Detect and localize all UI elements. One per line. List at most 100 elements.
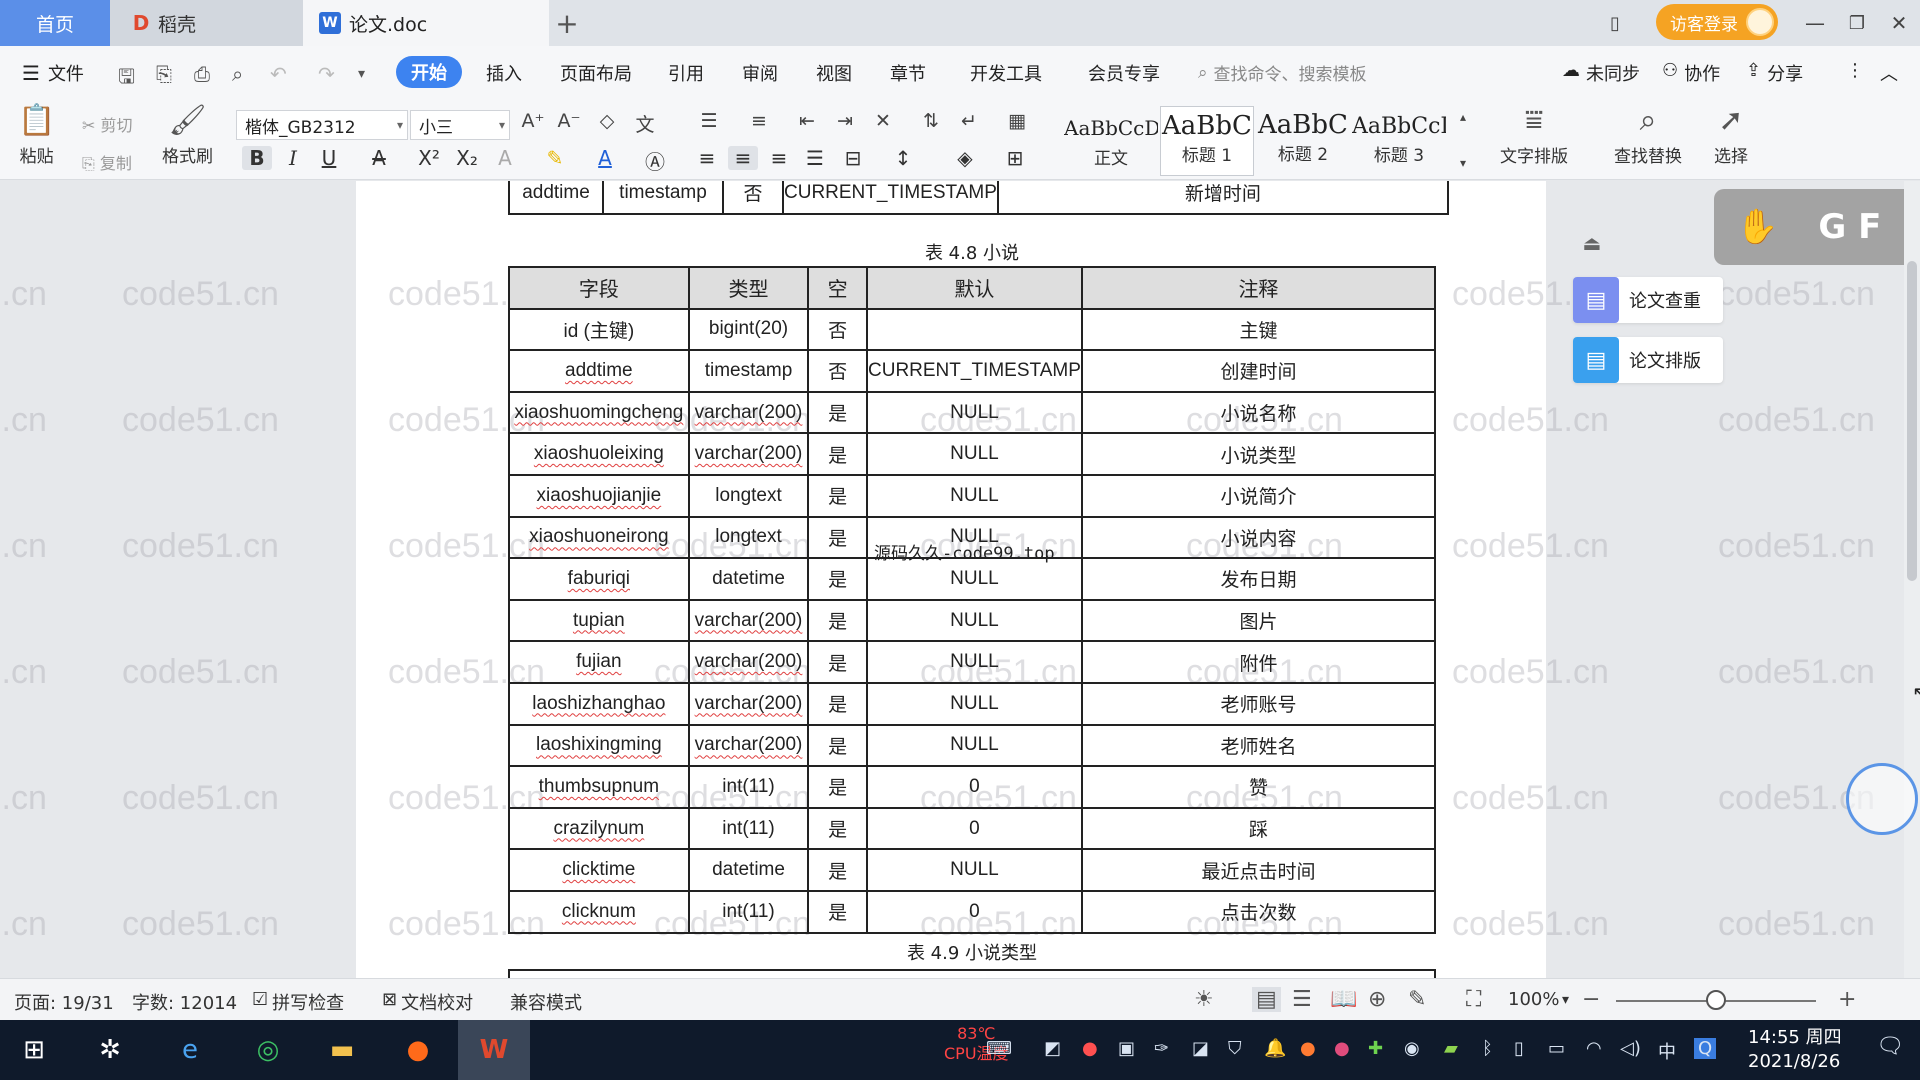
zoom-slider-handle[interactable] <box>1706 990 1726 1010</box>
align-left-icon[interactable]: ≡ <box>692 146 722 170</box>
highlight-icon[interactable]: ✎ <box>540 146 570 170</box>
keyboard-icon[interactable]: ⌨ <box>986 1038 1012 1059</box>
close-icon[interactable]: ✕ <box>1884 8 1914 38</box>
notification-icon[interactable]: 🗨 <box>1876 1034 1904 1059</box>
menu-references[interactable]: 引用 <box>668 60 704 86</box>
qq-icon[interactable]: ● <box>1300 1038 1316 1059</box>
subscript-icon[interactable]: X₂ <box>452 146 482 170</box>
bluetooth-icon[interactable]: ᛒ <box>1482 1038 1493 1059</box>
novel-table[interactable]: 字段 类型 空 默认 注释 id (主键) bigint(20) 否 主键 addtim… <box>508 266 1437 934</box>
bell-icon[interactable]: 🔔 <box>1264 1038 1286 1059</box>
menu-chapter[interactable]: 章节 <box>890 60 926 86</box>
new-tab-button[interactable]: + <box>552 0 582 46</box>
system-clock[interactable]: 14:55 周四 2021/8/26 <box>1748 1026 1842 1074</box>
page-view-icon[interactable]: ▤ <box>1252 987 1281 1012</box>
clear-format-icon[interactable]: ◇ <box>592 110 622 132</box>
print-preview-icon[interactable]: ⌕ <box>232 62 243 86</box>
word-count[interactable]: 字数: 12014 <box>132 989 237 1015</box>
table-grid-icon[interactable]: ▦ <box>1002 110 1032 132</box>
zoom-in-icon[interactable]: + <box>1838 987 1856 1012</box>
file-menu[interactable]: ☰ 文件 <box>22 60 84 86</box>
more-icon[interactable]: ⋮ <box>1846 60 1864 81</box>
app-orange-icon[interactable]: ● <box>396 1030 440 1070</box>
visitor-login-button[interactable]: 访客登录 <box>1656 4 1778 40</box>
copy-button[interactable]: ⎘ 复制 <box>82 150 132 174</box>
chinese-layout-icon[interactable]: ✕ <box>868 110 898 132</box>
export-icon[interactable]: ⎘ <box>156 62 172 86</box>
panel-collapse-icon[interactable]: ⏏ <box>1574 227 1610 259</box>
spell-check-button[interactable]: ☑ 拼写检查 <box>252 989 344 1015</box>
vertical-scrollbar[interactable] <box>1904 181 1920 978</box>
increase-indent-icon[interactable]: ⇥ <box>830 110 860 132</box>
align-right-icon[interactable]: ≡ <box>764 146 794 170</box>
italic-icon[interactable]: I <box>278 146 308 170</box>
strikethrough-icon[interactable]: A <box>364 146 394 170</box>
menu-member[interactable]: 会员专享 <box>1088 60 1160 86</box>
collaborate-button[interactable]: ⚇ 协作 <box>1662 60 1720 86</box>
floating-assistant-button[interactable] <box>1846 763 1918 835</box>
shading-icon[interactable]: ◈ <box>950 146 980 170</box>
phonetic-icon[interactable]: 文 <box>630 110 660 137</box>
redo-icon[interactable]: ↷ <box>318 62 335 86</box>
menu-review[interactable]: 审阅 <box>742 60 778 86</box>
bullet-list-icon[interactable]: ☰ <box>694 110 724 132</box>
browser-360-icon[interactable]: ◎ <box>246 1030 290 1070</box>
menu-developer[interactable]: 开发工具 <box>970 60 1042 86</box>
ie-browser-icon[interactable]: e <box>168 1030 212 1070</box>
window-layout-icon[interactable]: ▯ <box>1600 8 1630 38</box>
undo-icon[interactable]: ↶ <box>270 62 287 86</box>
font-color-icon[interactable]: A <box>590 146 620 170</box>
sort-icon[interactable]: ⇅ <box>916 110 946 132</box>
shrink-font-icon[interactable]: A⁻ <box>554 110 584 132</box>
paper-layout-button[interactable]: ▤ 论文排版 <box>1573 337 1723 383</box>
menu-insert[interactable]: 插入 <box>486 60 522 86</box>
tray-app-icon[interactable]: ◩ <box>1044 1038 1061 1059</box>
tray-green-icon[interactable]: ✚ <box>1368 1038 1383 1059</box>
decrease-indent-icon[interactable]: ⇤ <box>792 110 822 132</box>
volume-icon[interactable]: ◁) <box>1620 1038 1641 1059</box>
numbered-list-icon[interactable]: ≡ <box>744 110 774 132</box>
align-center-icon[interactable]: ≡ <box>728 146 758 170</box>
eye-protection-icon[interactable]: ☀ <box>1194 987 1214 1012</box>
windows-start-icon[interactable]: ⊞ <box>12 1030 56 1070</box>
tray-q-icon[interactable]: Q <box>1694 1038 1717 1059</box>
justify-icon[interactable]: ☰ <box>800 146 830 170</box>
paper-check-button[interactable]: ▤ 论文查重 <box>1573 277 1723 323</box>
doc-proof-button[interactable]: ⊠ 文档校对 <box>382 989 473 1015</box>
tab-docer[interactable]: D 稻壳 <box>110 0 303 46</box>
select-button[interactable]: ➚ 选择 <box>1714 104 1748 168</box>
command-search[interactable]: ⌕ 查找命令、搜索模板 <box>1198 60 1367 86</box>
wps-writer-taskbar-icon[interactable]: W <box>458 1020 530 1080</box>
style-heading-1[interactable]: AaBbC 标题 1 <box>1160 106 1254 176</box>
cut-button[interactable]: ✂ 剪切 <box>82 112 133 136</box>
tab-home[interactable]: 首页 <box>0 0 110 46</box>
font-name-select[interactable]: 楷体_GB2312 ▾ <box>236 110 408 140</box>
input-method-icon[interactable]: 中 <box>1658 1038 1676 1064</box>
zoom-out-icon[interactable]: − <box>1582 987 1600 1012</box>
wifi-icon[interactable]: ◠ <box>1586 1038 1602 1059</box>
save-icon[interactable]: 🖫 <box>118 62 135 96</box>
outline-view-icon[interactable]: ☰ <box>1292 987 1312 1012</box>
menu-page-layout[interactable]: 页面布局 <box>560 60 632 86</box>
tray-folder-icon[interactable]: ▣ <box>1118 1038 1135 1059</box>
tray-red-icon[interactable]: ● <box>1082 1038 1098 1059</box>
battery-icon[interactable]: ▭ <box>1548 1038 1565 1059</box>
fan-app-icon[interactable]: ✲ <box>88 1030 132 1070</box>
line-spacing-icon[interactable]: ↕ <box>888 146 918 170</box>
tray-pen-icon[interactable]: ✑ <box>1154 1038 1169 1059</box>
style-heading-2[interactable]: AaBbC 标题 2 <box>1256 106 1350 176</box>
tab-document[interactable]: W 论文.doc <box>303 0 549 46</box>
tray-network-app-icon[interactable]: ◪ <box>1192 1038 1209 1059</box>
format-painter-button[interactable]: 🖌 格式刷 <box>162 104 213 168</box>
pen-icon[interactable]: ✎ <box>1408 987 1426 1012</box>
underline-icon[interactable]: U <box>314 146 344 170</box>
text-layout-button[interactable]: ⩸ 文字排版 <box>1500 104 1568 168</box>
styles-more-icon[interactable]: ▾ <box>1448 156 1478 170</box>
minimize-icon[interactable]: — <box>1800 8 1830 38</box>
web-view-icon[interactable]: ⊕ <box>1368 987 1386 1012</box>
font-size-select[interactable]: 小三 ▾ <box>410 110 510 140</box>
sync-status[interactable]: ☁ 未同步 <box>1562 60 1640 86</box>
fit-page-icon[interactable]: ⛶ <box>1466 987 1481 1012</box>
file-explorer-icon[interactable]: ▬ <box>320 1030 364 1070</box>
paste-button[interactable]: 📋 粘贴 <box>18 104 55 168</box>
